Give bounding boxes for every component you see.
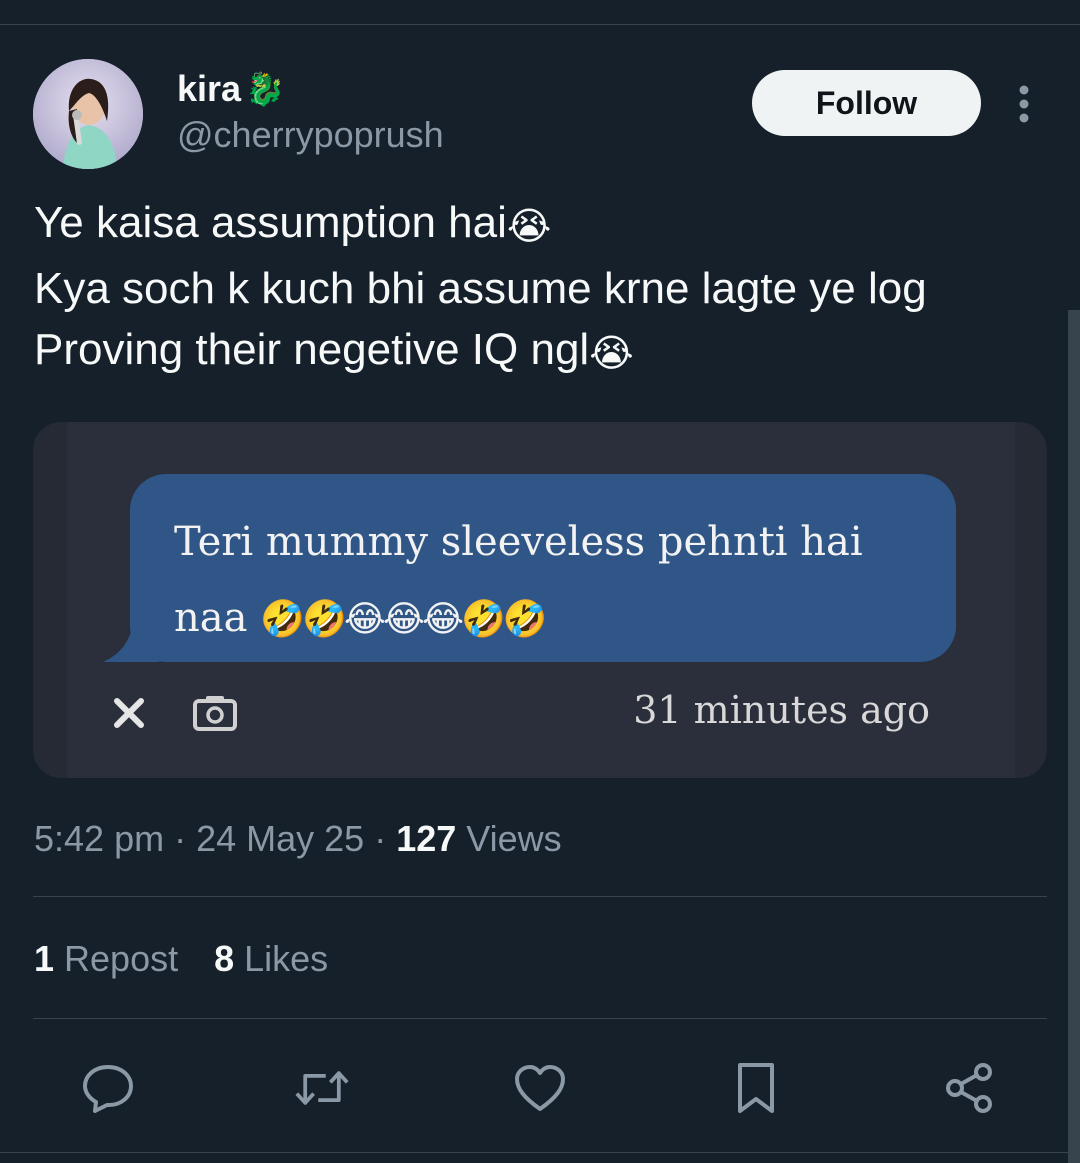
tweet-line-text: Kya soch k kuch bhi assume krne lagte ye… bbox=[34, 264, 927, 313]
author-name-row[interactable]: kira 🐉 bbox=[177, 68, 285, 110]
reply-icon bbox=[83, 1065, 133, 1113]
tweet-text: Ye kaisa assumption hai😭 Kya soch k kuch… bbox=[34, 192, 1044, 385]
bookmark-icon bbox=[738, 1063, 774, 1113]
tweet-line: Ye kaisa assumption hai😭 bbox=[34, 192, 1044, 258]
close-icon bbox=[114, 698, 144, 728]
share-button[interactable] bbox=[942, 1060, 998, 1116]
tweet-line-text: Proving their negetive IQ ngl bbox=[34, 325, 590, 374]
tweet-detail-page: kira 🐉 @cherrypoprush Follow Ye kaisa as… bbox=[0, 0, 1080, 1163]
avatar-image bbox=[33, 59, 143, 169]
avatar[interactable] bbox=[33, 59, 143, 169]
likes-count: 8 bbox=[214, 938, 235, 979]
dragon-emoji-icon: 🐉 bbox=[245, 71, 285, 107]
reposts-count: 1 bbox=[34, 938, 55, 979]
top-divider bbox=[0, 24, 1080, 25]
author-display-name[interactable]: kira bbox=[177, 68, 241, 110]
more-options-button[interactable] bbox=[1006, 82, 1042, 126]
reposts-label: Repost bbox=[54, 938, 179, 979]
divider bbox=[33, 896, 1047, 897]
divider bbox=[33, 1018, 1047, 1019]
message-text: Teri mummy sleeveless pehnti hai naa 🤣🤣😂… bbox=[174, 504, 934, 658]
tweet-media-image[interactable]: Teri mummy sleeveless pehnti hai naa 🤣🤣😂… bbox=[33, 422, 1047, 778]
meta-separator: · bbox=[364, 818, 397, 859]
reposts-stat[interactable]: 1 Repost bbox=[34, 938, 178, 980]
views-label: Views bbox=[456, 818, 562, 859]
author-handle[interactable]: @cherrypoprush bbox=[177, 114, 444, 156]
tweet-date[interactable]: 24 May 25 bbox=[196, 818, 364, 859]
more-vertical-icon bbox=[1019, 85, 1029, 123]
tweet-line: Proving their negetive IQ ngl😭 bbox=[34, 319, 1044, 385]
views-count: 127 bbox=[396, 818, 457, 859]
crying-emoji-icon: 😭 bbox=[589, 333, 634, 375]
tweet-stats: 1 Repost 8 Likes bbox=[34, 938, 328, 980]
like-button[interactable] bbox=[512, 1060, 568, 1116]
meta-separator: · bbox=[164, 818, 197, 859]
likes-stat[interactable]: 8 Likes bbox=[214, 938, 328, 980]
like-icon bbox=[515, 1065, 565, 1111]
follow-button[interactable]: Follow bbox=[752, 70, 981, 136]
repost-button[interactable] bbox=[294, 1060, 350, 1116]
action-bar bbox=[0, 1054, 1080, 1124]
crying-emoji-icon: 😭 bbox=[506, 206, 552, 248]
scrollbar[interactable] bbox=[1068, 310, 1080, 1163]
repost-icon bbox=[295, 1071, 349, 1105]
tweet-time[interactable]: 5:42 pm bbox=[34, 818, 164, 859]
bubble-tail bbox=[103, 610, 159, 662]
camera-icon bbox=[193, 696, 237, 731]
message-time-ago: 31 minutes ago bbox=[633, 688, 930, 732]
laughing-emojis-icon: 🤣🤣😂😂😂🤣🤣 bbox=[260, 599, 547, 640]
likes-label: Likes bbox=[234, 938, 329, 979]
reply-button[interactable] bbox=[80, 1060, 136, 1116]
bookmark-button[interactable] bbox=[728, 1060, 784, 1116]
bottom-divider bbox=[0, 1152, 1080, 1153]
tweet-meta: 5:42 pm · 24 May 25 · 127 Views bbox=[34, 818, 562, 860]
share-icon bbox=[946, 1063, 992, 1113]
tweet-line: Kya soch k kuch bhi assume krne lagte ye… bbox=[34, 258, 1044, 319]
tweet-line-text: Ye kaisa assumption hai bbox=[34, 198, 507, 247]
